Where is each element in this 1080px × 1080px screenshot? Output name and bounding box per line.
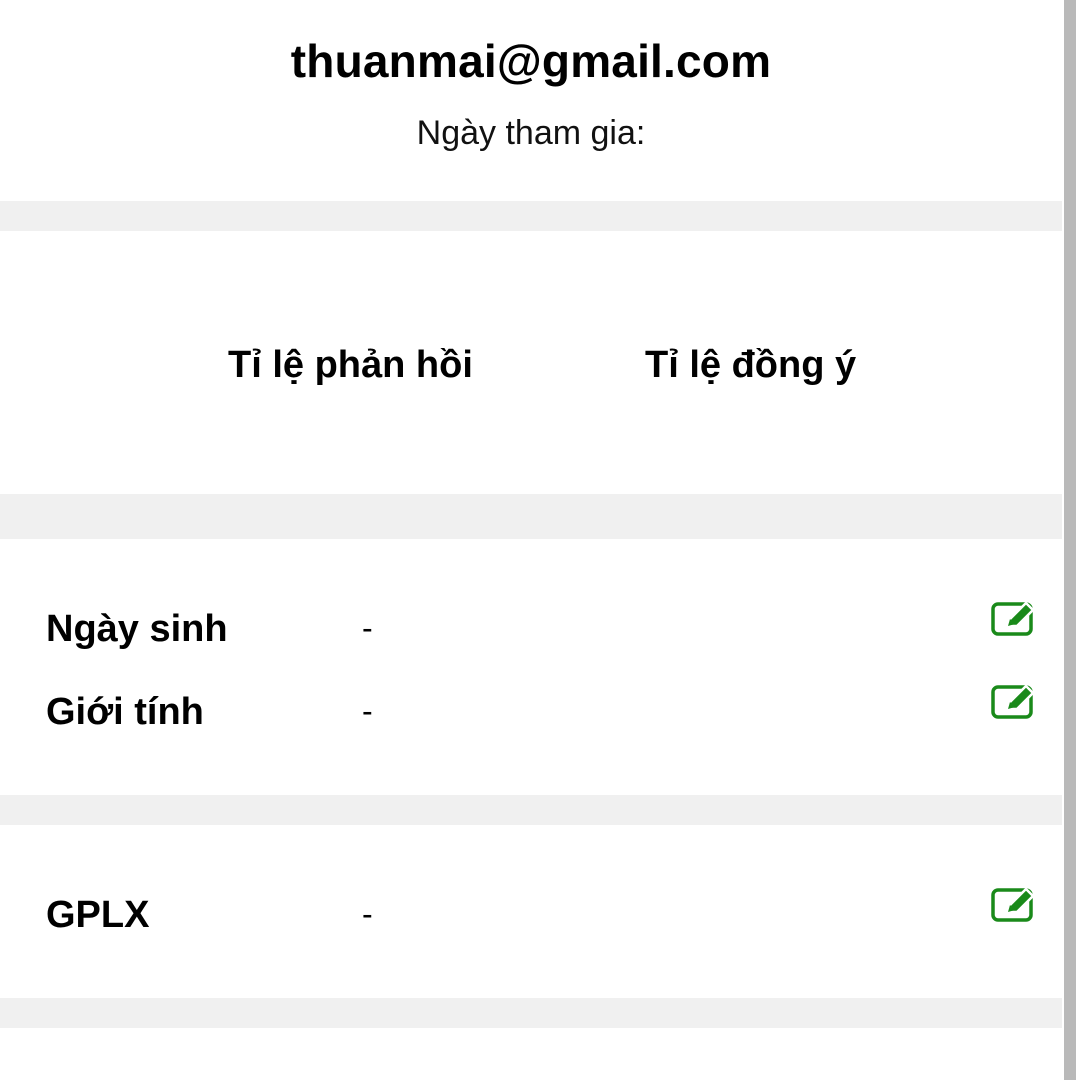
edit-birthday-button[interactable] xyxy=(990,600,1038,638)
stats-section: Tỉ lệ phản hồi Tỉ lệ đồng ý xyxy=(0,231,1062,494)
birthday-value: - xyxy=(362,610,373,646)
scrollbar-thumb[interactable] xyxy=(1064,0,1076,1080)
section-divider xyxy=(0,494,1062,539)
birthday-label: Ngày sinh xyxy=(46,608,228,650)
edit-icon xyxy=(991,684,1035,719)
response-rate-label: Tỉ lệ phản hồi xyxy=(228,344,473,386)
user-email: thuanmai@gmail.com xyxy=(290,35,772,87)
license-label: GPLX xyxy=(46,894,150,936)
gender-value: - xyxy=(362,693,373,729)
license-row: GPLX - xyxy=(0,886,1062,946)
license-value: - xyxy=(362,896,373,932)
edit-icon xyxy=(991,601,1035,636)
gender-row: Giới tính - xyxy=(0,683,1062,743)
birthday-row: Ngày sinh - xyxy=(0,600,1062,660)
section-divider xyxy=(0,998,1062,1028)
profile-page: thuanmai@gmail.com Ngày tham gia: Tỉ lệ … xyxy=(0,0,1080,1080)
section-divider xyxy=(0,795,1062,825)
edit-icon xyxy=(991,887,1035,922)
profile-header: thuanmai@gmail.com Ngày tham gia: xyxy=(0,0,1062,201)
gender-label: Giới tính xyxy=(46,691,204,733)
acceptance-rate-label: Tỉ lệ đồng ý xyxy=(645,344,857,386)
join-date: Ngày tham gia: xyxy=(416,114,646,152)
section-divider xyxy=(0,201,1062,231)
scrollbar[interactable] xyxy=(1062,0,1080,1080)
edit-license-button[interactable] xyxy=(990,886,1038,924)
edit-gender-button[interactable] xyxy=(990,683,1038,721)
